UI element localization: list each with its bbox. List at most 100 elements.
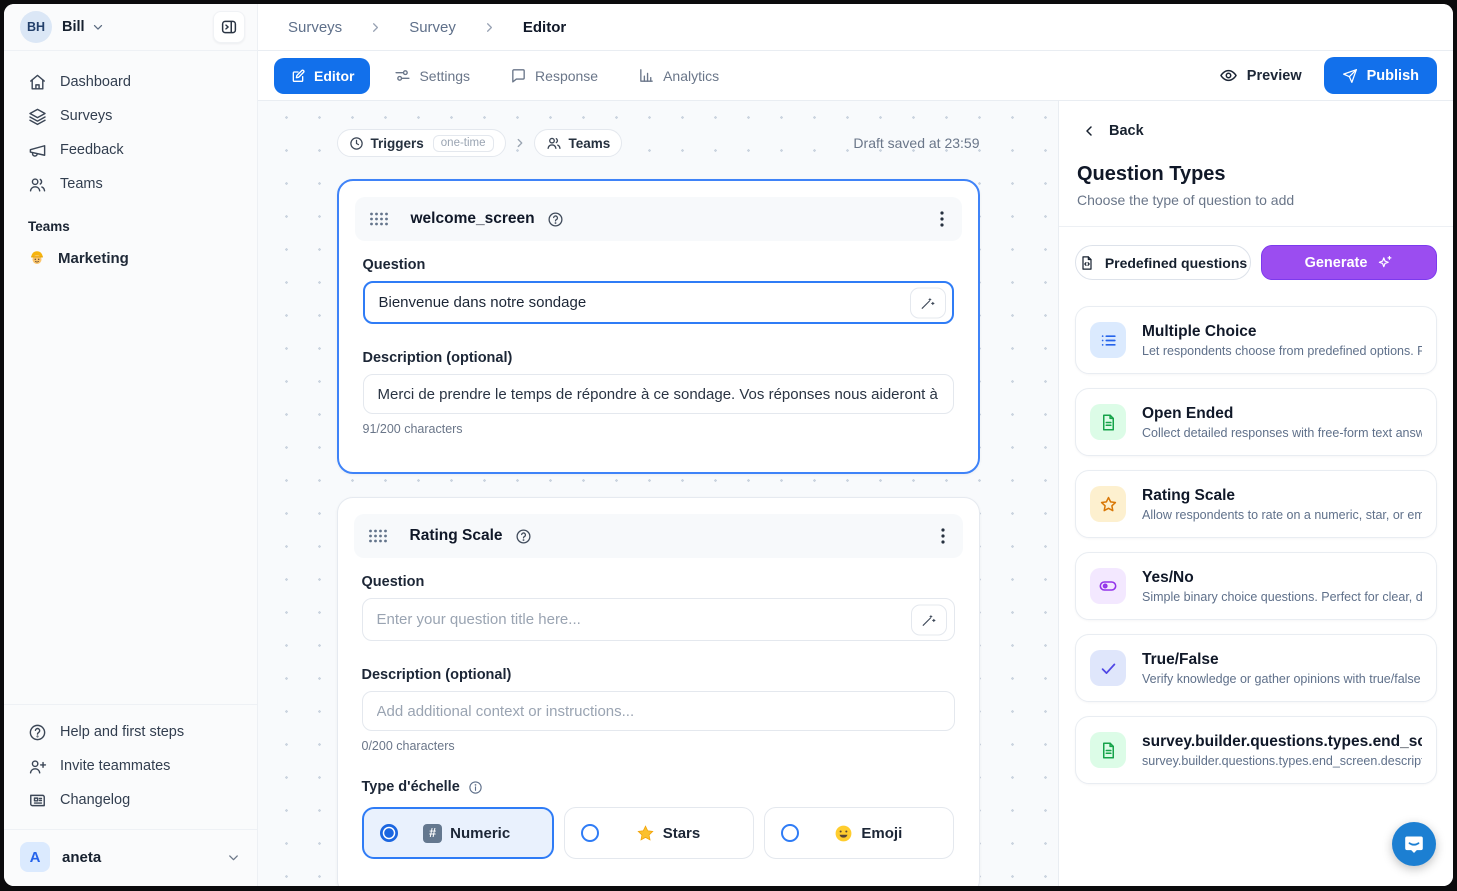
question-card-rating-scale[interactable]: Rating Scale Question	[337, 497, 980, 886]
question-type-true-false[interactable]: True/False Verify knowledge or gather op…	[1075, 634, 1437, 702]
question-type-description: Verify knowledge or gather opinions with…	[1142, 672, 1422, 686]
document-icon	[1090, 404, 1126, 440]
file-code-icon	[1079, 255, 1095, 271]
users-icon	[546, 135, 562, 151]
tab-analytics[interactable]: Analytics	[624, 58, 733, 94]
scale-option-label: Emoji	[861, 825, 902, 842]
help-circle-icon[interactable]	[547, 211, 564, 228]
question-type-multiple-choice[interactable]: Multiple Choice Let respondents choose f…	[1075, 306, 1437, 374]
question-title-input[interactable]	[362, 598, 955, 641]
sidebar-item-teams[interactable]: Teams	[12, 167, 249, 201]
scale-option-numeric[interactable]: # Numeric	[362, 807, 554, 859]
scale-type-options: # Numeric	[362, 807, 955, 859]
character-counter: 91/200 characters	[363, 422, 954, 436]
panel-subtitle: Choose the type of question to add	[1059, 186, 1453, 208]
question-type-rating-scale[interactable]: Rating Scale Allow respondents to rate o…	[1075, 470, 1437, 538]
teams-section-label: Teams	[4, 201, 257, 240]
card-menu-kebab-icon[interactable]	[937, 524, 949, 548]
question-type-yes-no[interactable]: Yes/No Simple binary choice questions. P…	[1075, 552, 1437, 620]
tab-editor[interactable]: Editor	[274, 58, 370, 94]
sidebar-item-changelog[interactable]: Changelog	[12, 783, 249, 817]
clock-icon	[349, 136, 364, 151]
workspace-switcher[interactable]: BH Bill	[4, 4, 257, 51]
description-field-label: Description (optional)	[362, 667, 955, 683]
breadcrumb-surveys[interactable]: Surveys	[288, 19, 342, 36]
star-emoji-icon	[636, 824, 655, 843]
help-circle-icon[interactable]	[515, 528, 532, 545]
info-circle-icon[interactable]	[468, 780, 483, 795]
sidebar-item-surveys[interactable]: Surveys	[12, 99, 249, 133]
smiley-emoji-icon	[834, 824, 853, 843]
question-card-title: Rating Scale	[410, 527, 503, 545]
drag-handle-icon[interactable]	[369, 212, 389, 226]
scale-option-emoji[interactable]: Emoji	[764, 807, 954, 859]
ai-rewrite-button[interactable]	[910, 287, 946, 318]
sidebar-item-help[interactable]: Help and first steps	[12, 715, 249, 749]
generate-button[interactable]: Generate	[1261, 245, 1437, 280]
collapse-sidebar-icon	[220, 18, 238, 36]
sidebar-nav: Dashboard Surveys Feedback Teams	[4, 51, 257, 201]
scale-option-stars[interactable]: Stars	[564, 807, 754, 859]
message-square-icon	[510, 67, 527, 84]
radio-unselected	[781, 824, 799, 842]
canvas-header-row: Triggers one-time Teams Draft sav	[337, 129, 980, 157]
character-counter: 0/200 characters	[362, 739, 955, 753]
megaphone-icon	[28, 141, 47, 160]
account-name: aneta	[62, 849, 101, 866]
tab-label: Response	[535, 68, 598, 84]
question-description-input[interactable]	[362, 691, 955, 731]
drag-handle-icon[interactable]	[368, 529, 388, 543]
chevron-right-icon	[368, 20, 383, 35]
question-card-header: welcome_screen	[355, 197, 962, 241]
sidebar-item-feedback[interactable]: Feedback	[12, 133, 249, 167]
trigger-frequency-badge: one-time	[433, 135, 494, 152]
preview-button[interactable]: Preview	[1219, 66, 1302, 85]
radio-selected	[380, 824, 398, 842]
workspace-avatar: BH	[20, 11, 52, 43]
ai-rewrite-button[interactable]	[911, 604, 947, 635]
bar-chart-icon	[638, 67, 655, 84]
teams-pill[interactable]: Teams	[534, 129, 623, 157]
question-type-title: survey.builder.questions.types.end_scr..…	[1142, 733, 1422, 751]
triggers-label: Triggers	[371, 136, 424, 151]
document-icon	[1090, 732, 1126, 768]
question-field-label: Question	[362, 574, 955, 590]
breadcrumb-survey[interactable]: Survey	[409, 19, 456, 36]
account-switcher[interactable]: A aneta	[4, 829, 257, 886]
back-button[interactable]: Back	[1059, 101, 1453, 139]
question-type-open-ended[interactable]: Open Ended Collect detailed responses wi…	[1075, 388, 1437, 456]
question-title-input[interactable]	[363, 281, 954, 324]
sidebar-item-team-marketing[interactable]: Marketing	[12, 240, 249, 276]
question-card-welcome-screen[interactable]: welcome_screen Question	[337, 179, 980, 474]
collapse-sidebar-button[interactable]	[213, 11, 245, 43]
worker-emoji-icon	[28, 249, 46, 267]
question-type-end-screen[interactable]: survey.builder.questions.types.end_scr..…	[1075, 716, 1437, 784]
chat-launcher-button[interactable]	[1392, 822, 1436, 866]
question-type-description: survey.builder.questions.types.end_scree…	[1142, 754, 1422, 768]
breadcrumb-editor: Editor	[523, 19, 566, 36]
predefined-questions-button[interactable]: Predefined questions	[1075, 245, 1251, 280]
question-description-input[interactable]	[363, 374, 954, 414]
question-type-description: Let respondents choose from predefined o…	[1142, 344, 1422, 358]
send-icon	[1342, 68, 1358, 84]
account-avatar: A	[20, 842, 50, 872]
chevron-right-icon	[513, 136, 527, 150]
tab-response[interactable]: Response	[496, 58, 612, 94]
sidebar-item-invite[interactable]: Invite teammates	[12, 749, 249, 783]
sidebar-item-dashboard[interactable]: Dashboard	[12, 65, 249, 99]
tab-settings[interactable]: Settings	[380, 58, 484, 94]
question-type-title: Rating Scale	[1142, 487, 1422, 505]
panel-actions: Predefined questions Generate	[1059, 227, 1453, 294]
triggers-pill[interactable]: Triggers one-time	[337, 129, 506, 157]
question-type-title: Yes/No	[1142, 569, 1422, 587]
card-menu-kebab-icon[interactable]	[936, 207, 948, 231]
publish-button[interactable]: Publish	[1324, 57, 1437, 94]
eye-icon	[1219, 66, 1238, 85]
scale-type-label: Type d'échelle	[362, 779, 955, 795]
question-card-body: Question Description (optional)	[338, 558, 979, 886]
home-icon	[28, 73, 47, 92]
back-label: Back	[1109, 123, 1144, 139]
question-type-title: Multiple Choice	[1142, 323, 1422, 341]
breadcrumb: Surveys Survey Editor	[258, 4, 1453, 51]
app-window: BH Bill Dashboard Surv	[4, 4, 1453, 886]
